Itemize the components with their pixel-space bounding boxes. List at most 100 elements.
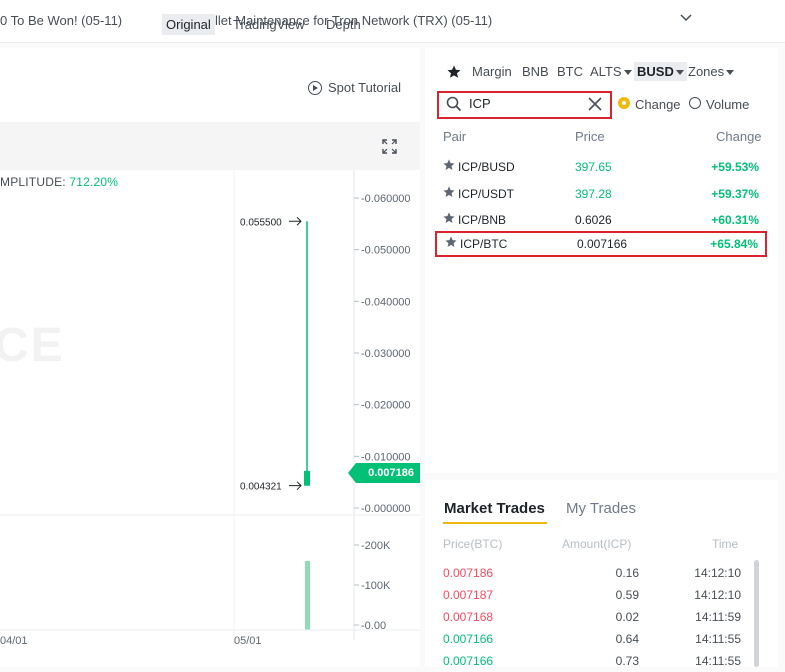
pair-name: ICP/BNB — [458, 213, 507, 227]
col-price[interactable]: Price — [575, 129, 605, 144]
radio-volume[interactable] — [689, 97, 701, 109]
trade-price: 0.007166 — [443, 632, 494, 646]
y-tick-label: -0.030000 — [361, 348, 411, 360]
pair-search-box — [437, 91, 612, 119]
trade-row: 0.007186 0.16 14:12:10 — [425, 562, 755, 584]
y-tick-label: -0.040000 — [361, 296, 411, 308]
star-icon[interactable] — [443, 159, 455, 171]
col-change[interactable]: Change — [716, 129, 762, 144]
tab-zones[interactable]: Zones — [688, 64, 735, 79]
market-row[interactable]: ICP/USDT 397.28 +59.37% — [425, 181, 778, 207]
caret-down-icon — [675, 70, 684, 76]
y-tick-label: -0.050000 — [361, 245, 411, 257]
low-arrow — [289, 481, 302, 491]
tab-bnb[interactable]: BNB — [522, 64, 549, 79]
tab-alts[interactable]: ALTS — [590, 64, 632, 79]
candle-body — [304, 470, 310, 486]
chevron-down-icon[interactable] — [678, 10, 694, 26]
pair-change: +59.53% — [711, 160, 759, 174]
trade-time: 14:11:55 — [695, 632, 741, 646]
tab-busd-label: BUSD — [637, 64, 674, 79]
announcement-item[interactable]: 0 To Be Won! (05-11) — [0, 13, 122, 28]
tab-alts-label: ALTS — [590, 64, 622, 79]
pair-price: 0.6026 — [575, 213, 612, 227]
announcement-bar: 0 To Be Won! (05-11) Wallet Maintenance … — [0, 0, 785, 43]
search-icon — [446, 96, 462, 112]
tab-depth[interactable]: Depth — [326, 17, 361, 32]
trade-time: 14:12:10 — [694, 566, 741, 580]
volume-bar — [305, 561, 310, 630]
play-icon — [308, 80, 322, 95]
trade-price: 0.007166 — [443, 654, 494, 668]
col-trade-amount: Amount(ICP) — [562, 537, 632, 551]
volume-tick-label: -100K — [361, 580, 391, 592]
favorites-star-icon[interactable] — [447, 65, 461, 79]
pair-name: ICP/BTC — [460, 237, 508, 251]
pair-search-input[interactable] — [469, 96, 579, 111]
tab-btc[interactable]: BTC — [557, 64, 583, 79]
trade-row: 0.007166 0.64 14:11:55 — [425, 628, 755, 650]
radio-change-label: Change — [635, 97, 681, 112]
y-tick-label: -0.020000 — [361, 400, 411, 412]
trade-row: 0.007168 0.02 14:11:59 — [425, 606, 755, 628]
fullscreen-icon[interactable] — [382, 139, 397, 154]
volume-tick-label: -200K — [361, 540, 391, 552]
y-tick-label: -0.000000 — [361, 503, 411, 515]
col-pair[interactable]: Pair — [443, 129, 466, 144]
pair-price: 397.28 — [575, 187, 612, 201]
spot-tutorial-label: Spot Tutorial — [328, 80, 401, 95]
chart-tabs — [0, 122, 420, 170]
x-tick-label: 04/01 — [0, 635, 28, 647]
high-arrow — [289, 216, 302, 226]
trade-time: 14:11:55 — [695, 654, 741, 668]
tab-my-trades[interactable]: My Trades — [566, 500, 636, 517]
trade-amount: 0.59 — [615, 588, 639, 602]
high-label: 0.055500 — [240, 217, 282, 228]
pair-price: 0.007166 — [577, 237, 628, 251]
trade-time: 14:12:10 — [694, 588, 741, 602]
trade-amount: 0.16 — [615, 566, 639, 580]
market-row[interactable]: ICP/BNB 0.6026 +60.31% — [425, 207, 778, 233]
close-icon[interactable] — [587, 96, 603, 112]
trade-row: 0.007166 0.73 14:11:55 — [425, 650, 755, 672]
radio-change[interactable] — [618, 97, 630, 109]
caret-down-icon — [623, 70, 632, 76]
spot-tutorial-link[interactable]: Spot Tutorial — [308, 80, 401, 95]
current-price-tag: 0.007186 — [348, 463, 420, 483]
market-row[interactable]: ICP/BUSD 397.65 +59.53% — [425, 154, 778, 180]
pair-price: 397.65 — [575, 160, 612, 174]
trade-time: 14:11:59 — [695, 610, 741, 624]
tab-original[interactable]: Original — [162, 14, 215, 35]
trade-amount: 0.64 — [615, 632, 639, 646]
star-icon[interactable] — [443, 212, 455, 224]
pair-change: +65.84% — [710, 237, 758, 251]
star-icon[interactable] — [445, 236, 457, 248]
trades-scrollbar[interactable] — [754, 560, 759, 667]
x-tick-label: 05/01 — [234, 635, 262, 647]
pair-name: ICP/BUSD — [458, 160, 515, 174]
trade-price: 0.007168 — [443, 610, 494, 624]
trade-price: 0.007187 — [443, 588, 494, 602]
trade-row: 0.007187 0.59 14:12:10 — [425, 584, 755, 606]
tab-zones-label: Zones — [688, 64, 725, 79]
low-label: 0.004321 — [240, 482, 282, 493]
col-trade-time: Time — [712, 537, 739, 551]
y-tick-label: -0.010000 — [361, 451, 411, 463]
tab-tradingview[interactable]: TradingView — [233, 17, 305, 32]
star-icon[interactable] — [443, 186, 455, 198]
trade-price: 0.007186 — [443, 566, 494, 580]
y-tick-label: -0.060000 — [361, 193, 411, 205]
tab-margin[interactable]: Margin — [472, 64, 512, 79]
pair-change: +59.37% — [711, 187, 759, 201]
pair-name: ICP/USDT — [458, 187, 515, 201]
active-tab-indicator — [443, 522, 547, 524]
caret-down-icon — [726, 70, 735, 76]
pair-change: +60.31% — [711, 213, 759, 227]
col-trade-price: Price(BTC) — [443, 537, 503, 551]
tab-market-trades[interactable]: Market Trades — [444, 500, 545, 517]
price-chart[interactable]: -0.060000 -0.050000 -0.040000 -0.030000 -0.0… — [0, 170, 420, 650]
market-row-selected[interactable]: ICP/BTC 0.007166 +65.84% — [435, 231, 767, 257]
trade-amount: 0.02 — [615, 610, 639, 624]
tab-busd[interactable]: BUSD — [634, 62, 687, 81]
radio-volume-label: Volume — [706, 97, 750, 112]
